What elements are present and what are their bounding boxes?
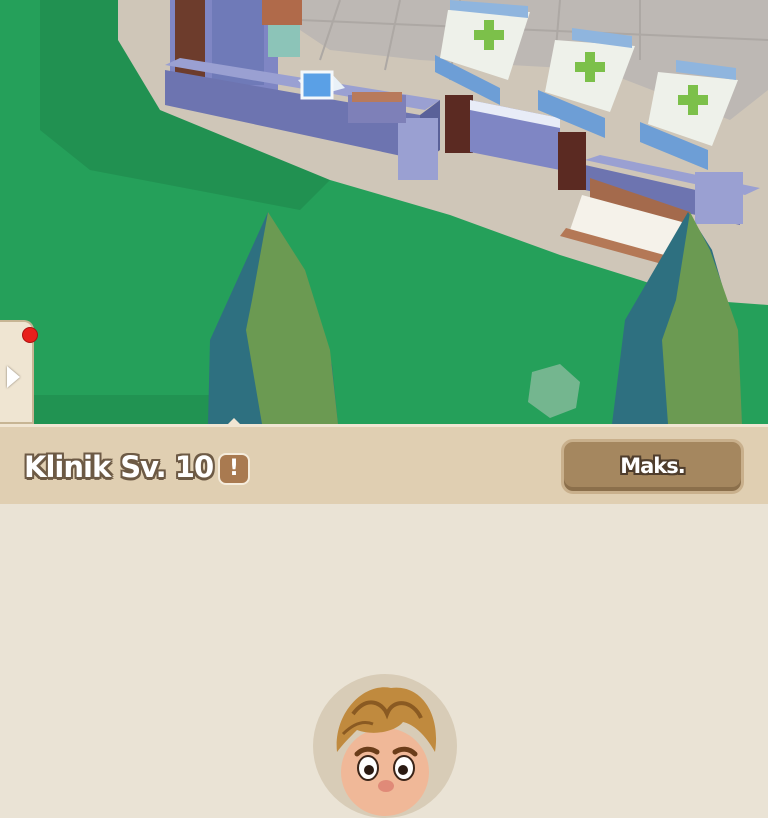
- building-level: Sv. 10: [120, 450, 214, 484]
- building-panel: [0, 504, 768, 818]
- red-dot-icon: [22, 327, 38, 343]
- building-title: Klinik Sv. 10: [24, 449, 214, 485]
- max-button[interactable]: Maks.: [561, 439, 744, 494]
- game-world-view[interactable]: [0, 0, 768, 424]
- exclamation-icon[interactable]: !: [218, 453, 250, 485]
- avatar[interactable]: [313, 674, 457, 818]
- building-name: Klinik: [24, 450, 111, 484]
- clinic-door: [445, 95, 473, 153]
- side-drawer-tab[interactable]: [0, 320, 38, 424]
- building-header: Klinik Sv. 10 ! Maks.: [0, 424, 768, 504]
- character-portrait: [336, 687, 437, 816]
- play-arrow-icon: [7, 366, 20, 388]
